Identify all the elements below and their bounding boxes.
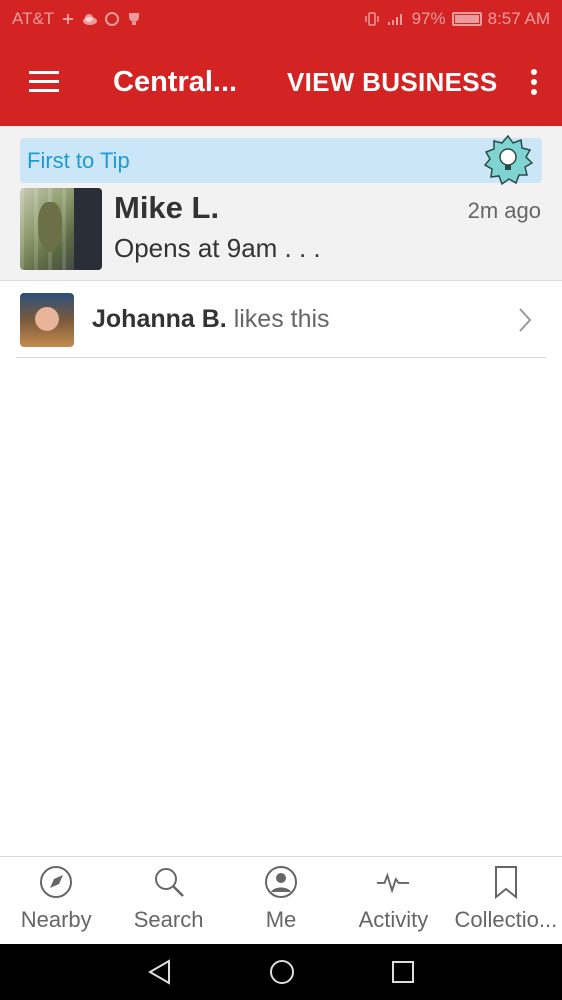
clock: 8:57 AM (487, 9, 550, 28)
back-icon[interactable] (147, 959, 173, 985)
status-bar: AT&T 97% 8:57 AM (0, 0, 562, 38)
nav-me[interactable]: Me (225, 857, 337, 944)
signal-icon (387, 14, 402, 25)
liker-avatar (20, 293, 74, 347)
nav-nearby-label: Nearby (20, 907, 92, 932)
menu-button[interactable] (0, 38, 88, 126)
tip-author-name[interactable]: Mike L. (114, 190, 219, 226)
trophy-icon (129, 13, 140, 25)
lightbulb-badge-icon (483, 134, 534, 186)
hamburger-icon (29, 71, 59, 92)
search-icon (152, 865, 186, 899)
nav-collections[interactable]: Collectio... (450, 857, 562, 944)
nav-collections-label: Collectio... (454, 907, 558, 932)
vibrate-icon (364, 12, 379, 26)
battery-icon (451, 12, 482, 26)
page-title: Central... (113, 65, 238, 98)
first-to-tip-label: First to Tip (27, 147, 130, 173)
home-icon[interactable] (268, 958, 296, 986)
profile-icon (264, 865, 298, 899)
nav-search-label: Search (133, 907, 204, 932)
divider (16, 357, 546, 358)
compass-icon (39, 865, 73, 899)
tip-timestamp: 2m ago (467, 198, 541, 223)
likes-text: Johanna B. likes this (92, 305, 330, 334)
view-business-button[interactable]: VIEW BUSINESS (287, 67, 498, 98)
overflow-menu-button[interactable] (506, 38, 562, 126)
sync-icon (63, 14, 74, 24)
more-vertical-icon (531, 69, 537, 95)
nav-activity-label: Activity (358, 907, 429, 932)
likes-suffix: likes this (226, 305, 330, 333)
bottom-navigation: Nearby Search Me Activity Collectio... (0, 856, 562, 944)
bookmark-icon (489, 865, 523, 899)
first-to-tip-banner: First to Tip (20, 134, 542, 186)
tip-author-avatar[interactable] (20, 188, 102, 270)
nav-nearby[interactable]: Nearby (0, 857, 112, 944)
battery-percent: 97% (411, 9, 446, 28)
nav-me-label: Me (265, 907, 297, 932)
status-right: 97% 8:57 AM (364, 9, 550, 29)
nav-search[interactable]: Search (112, 857, 224, 944)
cloud-icon (83, 14, 98, 25)
nav-activity[interactable]: Activity (337, 857, 449, 944)
recents-icon[interactable] (391, 960, 415, 984)
likes-row[interactable]: Johanna B. likes this (0, 281, 562, 358)
carrier-label: AT&T (12, 9, 55, 28)
chevron-right-icon (519, 308, 532, 332)
app-bar: Central... VIEW BUSINESS (0, 38, 562, 126)
system-navigation-bar (0, 944, 562, 1000)
status-left: AT&T (12, 9, 142, 29)
tip-text: Opens at 9am . . . (114, 233, 321, 263)
liker-name: Johanna B. (92, 305, 227, 333)
activity-icon (376, 865, 410, 899)
browser-icon (105, 12, 120, 26)
